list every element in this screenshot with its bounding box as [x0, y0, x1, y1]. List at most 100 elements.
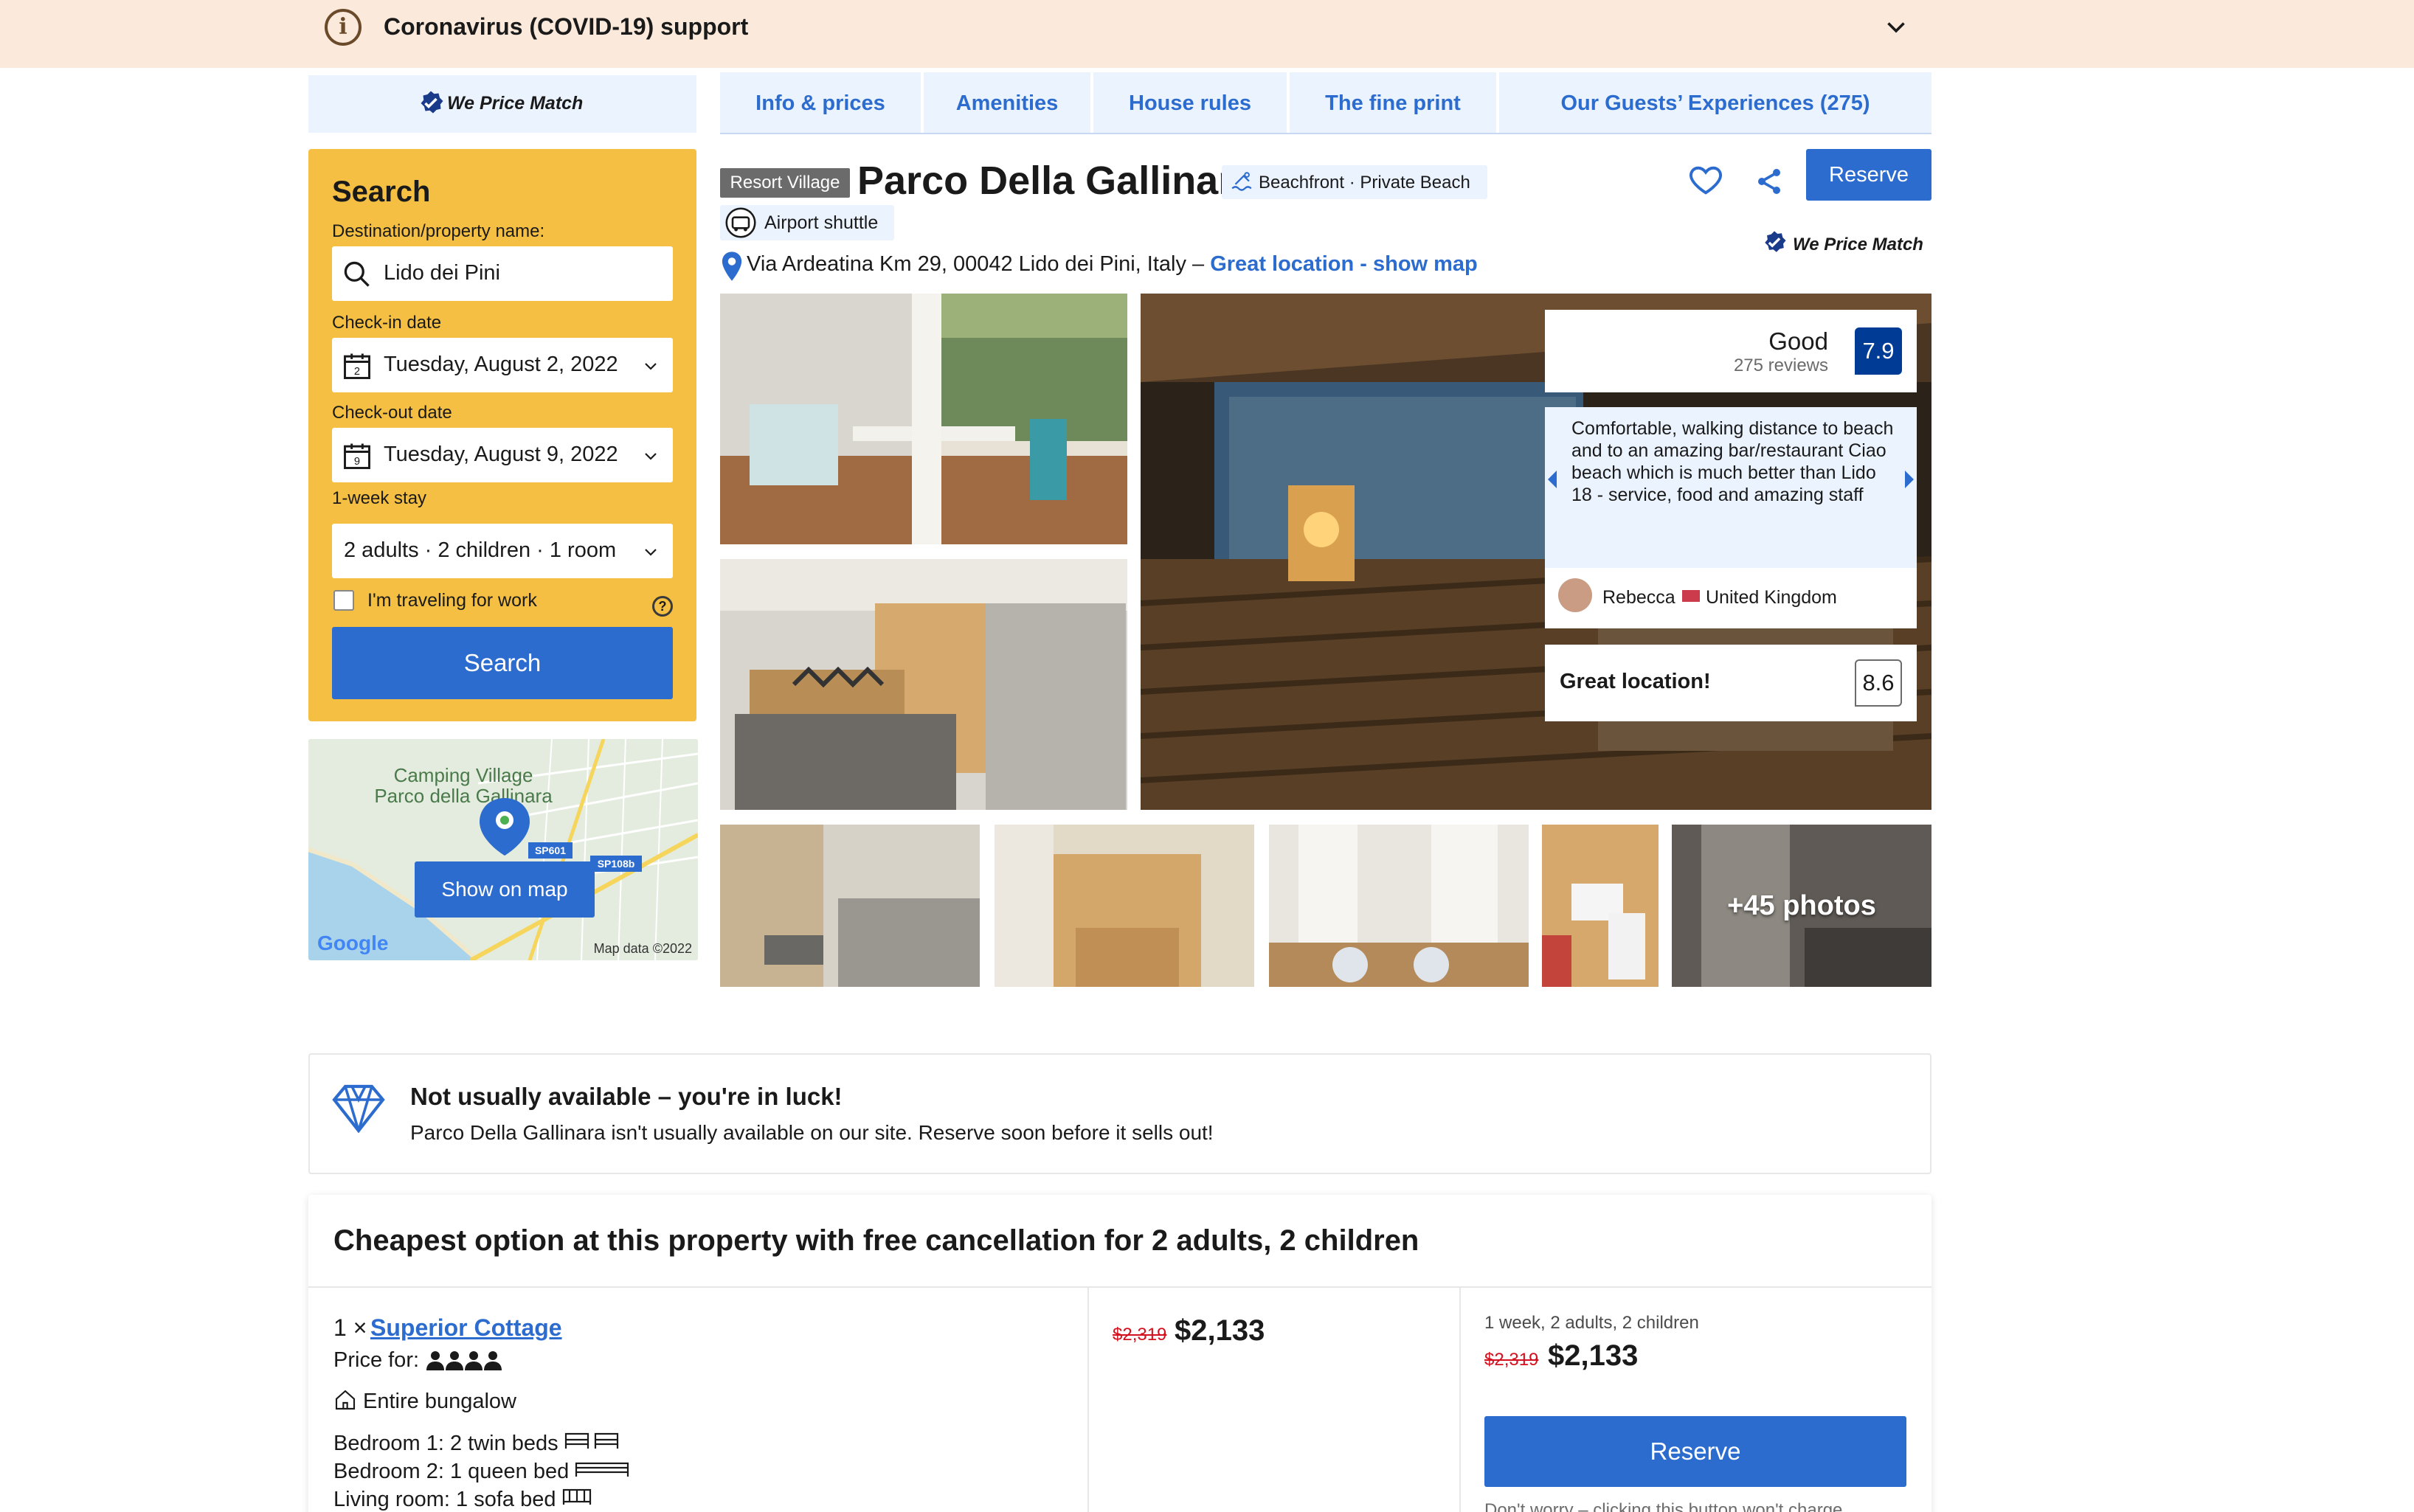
covid-banner[interactable]: i Coronavirus (COVID-19) support — [0, 0, 2414, 68]
review-quote-card: Comfortable, walking distance to beach a… — [1545, 407, 1917, 628]
work-travel-checkbox[interactable] — [333, 590, 354, 611]
covid-banner-title: Coronavirus (COVID-19) support — [384, 13, 749, 40]
tab-guest-experiences[interactable]: Our Guests’ Experiences (275) — [1499, 72, 1931, 134]
photo-thumb[interactable] — [1269, 825, 1529, 987]
location-score-label: Great location! — [1560, 670, 1711, 693]
photo-bedroom[interactable] — [720, 559, 1127, 810]
guests-selector[interactable]: 2 adults · 2 children · 1 room — [332, 524, 673, 578]
column-divider — [1459, 1288, 1461, 1512]
photo-terrace[interactable] — [720, 294, 1127, 544]
original-price: $2,319 — [1113, 1325, 1167, 1345]
destination-label: Destination/property name: — [332, 221, 545, 241]
reserve-option-button[interactable]: Reserve — [1484, 1416, 1906, 1487]
column-divider — [1087, 1288, 1089, 1512]
property-type-badge: Resort Village — [720, 168, 850, 198]
chevron-down-icon — [645, 549, 657, 556]
review-score-badge: 7.9 — [1855, 327, 1902, 375]
review-prev-arrow-icon[interactable] — [1548, 471, 1557, 488]
calendar-icon: 2 — [344, 353, 370, 379]
checkin-calendar-day: 2 — [354, 366, 360, 378]
photo-thumb-image — [720, 825, 980, 987]
guests-value: 2 adults · 2 children · 1 room — [344, 538, 617, 562]
diamond-icon — [332, 1084, 385, 1133]
review-next-arrow-icon[interactable] — [1905, 471, 1914, 488]
divider — [308, 1286, 1931, 1288]
home-icon — [335, 1390, 356, 1410]
checkout-field[interactable]: 9 Tuesday, August 9, 2022 — [332, 428, 673, 482]
photo-thumb[interactable] — [1542, 825, 1659, 987]
map-place-label-1: Camping Village — [394, 764, 533, 786]
tab-amenities[interactable]: Amenities — [924, 72, 1090, 134]
photo-thumb-image — [995, 825, 1254, 987]
calendar-icon: 9 — [344, 443, 370, 469]
property-address-line: Via Ardeatina Km 29, 00042 Lido dei Pini… — [747, 252, 1478, 277]
photo-thumb[interactable] — [720, 825, 980, 987]
map-place-label-2: Parco della Gallinara — [374, 785, 553, 807]
share-icon[interactable] — [1751, 164, 1787, 199]
price-match-banner: We Price Match — [308, 75, 696, 133]
checkin-field[interactable]: 2 Tuesday, August 2, 2022 — [332, 338, 673, 392]
mini-map[interactable]: SP601 SP108b Camping Village Parco della… — [308, 739, 698, 960]
cheapest-option-title: Cheapest option at this property with fr… — [333, 1224, 1419, 1257]
review-quote-text: Comfortable, walking distance to beach a… — [1571, 418, 1894, 505]
room-quantity: 1 × — [333, 1314, 367, 1341]
availability-notice: Not usually available – you're in luck! … — [308, 1053, 1931, 1174]
review-score-word: Good — [1768, 327, 1828, 355]
original-price-summary: $2,319 — [1484, 1350, 1539, 1370]
reserve-button[interactable]: Reserve — [1806, 149, 1931, 201]
photo-thumb[interactable] — [995, 825, 1254, 987]
bedroom-2-row: Bedroom 2: 1 queen bed — [333, 1459, 629, 1484]
price-match-check-icon — [1765, 231, 1786, 252]
room-name-link[interactable]: Superior Cottage — [370, 1314, 562, 1342]
discounted-price-summary: $2,133 — [1548, 1339, 1639, 1372]
bedroom-1-value: 2 twin beds — [449, 1432, 558, 1455]
show-on-map-button[interactable]: Show on map — [415, 861, 595, 918]
price-for-label: Price for: — [333, 1348, 420, 1372]
bedroom-2-value: 1 queen bed — [449, 1460, 570, 1483]
tab-fine-print[interactable]: The fine print — [1290, 72, 1496, 134]
map-attribution: Map data ©2022 — [594, 941, 692, 956]
photo-bedroom-image — [720, 559, 1127, 810]
heart-icon[interactable] — [1687, 161, 1725, 199]
info-icon: i — [325, 9, 362, 46]
property-name: Parco Della Gallinara — [857, 159, 1256, 203]
bedroom-1-label: Bedroom 1: — [333, 1432, 444, 1455]
road-label-2: SP108b — [598, 858, 635, 870]
airport-shuttle-label: Airport shuttle — [764, 212, 879, 233]
tab-info-prices[interactable]: Info & prices — [720, 72, 921, 134]
chevron-down-icon[interactable] — [1883, 13, 1909, 40]
search-icon — [344, 261, 370, 287]
tab-house-rules[interactable]: House rules — [1093, 72, 1287, 134]
price-match-label: We Price Match — [447, 93, 584, 114]
chevron-down-icon — [645, 363, 657, 370]
living-room-row: Living room: 1 sofa bed — [333, 1487, 592, 1512]
discounted-price: $2,133 — [1175, 1314, 1265, 1347]
destination-value: Lido dei Pini — [384, 261, 500, 285]
review-count: 275 reviews — [1733, 356, 1828, 375]
search-button[interactable]: Search — [332, 627, 673, 699]
help-icon[interactable]: ? — [652, 596, 673, 617]
map-graphic: SP601 SP108b Camping Village Parco della… — [308, 739, 698, 960]
checkout-calendar-day: 9 — [354, 456, 360, 468]
sofa-bed-icon — [562, 1488, 591, 1505]
map-pin-icon — [722, 252, 742, 281]
chevron-down-icon — [645, 453, 657, 460]
review-score-card[interactable]: Good 275 reviews 7.9 — [1545, 310, 1917, 392]
cheapest-option-card: Cheapest option at this property with fr… — [308, 1195, 1931, 1512]
avatar — [1558, 578, 1592, 612]
beach-icon — [1231, 172, 1252, 191]
stay-length-label: 1-week stay — [332, 488, 427, 508]
photo-thumb-more[interactable]: +45 photos — [1672, 825, 1931, 987]
beachfront-label: Beachfront · Private Beach — [1259, 173, 1470, 193]
destination-input[interactable]: Lido dei Pini — [332, 246, 673, 301]
photo-thumb-image — [1542, 825, 1659, 987]
show-map-link[interactable]: Great location - show map — [1210, 252, 1478, 276]
availability-text: Parco Della Gallinara isn't usually avai… — [410, 1121, 1214, 1144]
checkout-value: Tuesday, August 9, 2022 — [384, 443, 618, 466]
shuttle-icon — [725, 207, 756, 238]
occupancy-people-icon — [426, 1351, 502, 1370]
review-author-country: United Kingdom — [1706, 587, 1837, 608]
tabs-underline — [720, 133, 1931, 134]
price-match-text: We Price Match — [1793, 235, 1923, 254]
checkout-label: Check-out date — [332, 403, 452, 423]
